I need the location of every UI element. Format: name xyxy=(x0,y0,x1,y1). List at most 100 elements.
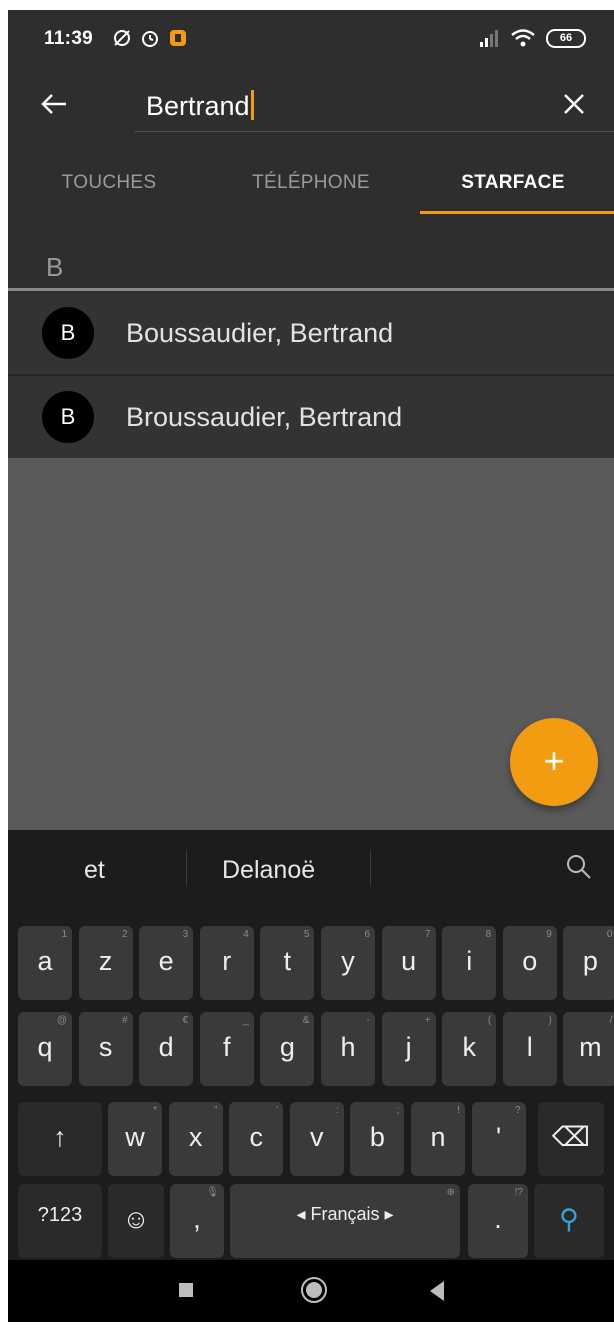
key-q[interactable]: @ q xyxy=(18,1012,72,1086)
signal-icon xyxy=(480,30,498,47)
emoji-key[interactable]: ☺ xyxy=(108,1184,164,1258)
key-hint: / xyxy=(609,1015,613,1026)
key-label: k xyxy=(462,1032,476,1062)
key-label: t xyxy=(283,946,292,976)
comma-key[interactable]: 🎙, xyxy=(170,1184,224,1258)
key-label: . xyxy=(494,1204,502,1234)
backspace-key[interactable]: ⌫ xyxy=(538,1102,604,1176)
key-label: r xyxy=(222,946,232,976)
key-w[interactable]: * w xyxy=(108,1102,162,1176)
key-v[interactable]: :v xyxy=(289,1102,344,1176)
key-p[interactable]: 0p xyxy=(563,926,614,1000)
text-cursor xyxy=(250,90,254,120)
key-label: , xyxy=(193,1204,201,1234)
tab-touches[interactable]: TOUCHES xyxy=(8,148,210,220)
list-item[interactable]: B Boussaudier, Bertrand xyxy=(8,292,614,374)
key-c[interactable]: ' c xyxy=(229,1102,284,1176)
key-f[interactable]: _ f xyxy=(199,1012,254,1086)
symbols-key[interactable]: ?123 xyxy=(18,1184,102,1258)
key-k[interactable]: (k xyxy=(442,1012,497,1086)
suggestion-1[interactable]: et xyxy=(84,856,105,885)
contact-name: Broussaudier, Bertrand xyxy=(126,402,403,432)
key-j[interactable]: + j xyxy=(381,1012,436,1086)
key-h[interactable]: -h xyxy=(321,1012,375,1086)
suggestion-bar: et Delanoë xyxy=(8,830,614,906)
key-hint: 7 xyxy=(425,929,431,940)
key-l[interactable]: ) l xyxy=(502,1012,557,1086)
key-a[interactable]: 1a xyxy=(18,926,72,1000)
key-hint: # xyxy=(122,1015,128,1026)
key-label: ↑ xyxy=(53,1122,67,1152)
key-label: a xyxy=(37,946,53,976)
key-y[interactable]: 6y xyxy=(321,926,375,1000)
search-icon[interactable] xyxy=(564,852,594,882)
key-label: ?123 xyxy=(37,1204,83,1226)
key-label: m xyxy=(579,1032,602,1062)
recents-icon[interactable] xyxy=(178,1282,194,1298)
back-arrow-icon[interactable] xyxy=(36,86,72,122)
key-m[interactable]: / m xyxy=(563,1012,614,1086)
search-input[interactable]: Bertrand xyxy=(146,90,254,122)
key-hint: 0 xyxy=(606,929,613,940)
search-underline xyxy=(134,131,614,132)
section-divider xyxy=(8,288,614,291)
tab-starface[interactable]: STARFACE xyxy=(412,148,614,220)
home-icon[interactable] xyxy=(300,1276,328,1304)
period-key[interactable]: !?. xyxy=(468,1184,528,1258)
alarm-icon xyxy=(142,31,158,47)
key-label: p xyxy=(582,946,598,976)
key-hint: 3 xyxy=(182,929,189,940)
keyboard-search-key[interactable]: ⚲ xyxy=(534,1184,604,1258)
search-query-text: Bertrand xyxy=(146,91,250,121)
key-apostrophe[interactable]: ? ' xyxy=(471,1102,526,1176)
suggestion-divider xyxy=(186,850,187,886)
key-g[interactable]: & g xyxy=(260,1012,315,1086)
search-header: Bertrand xyxy=(8,66,614,140)
key-label: i xyxy=(466,946,473,976)
key-hint: !? xyxy=(514,1187,523,1198)
key-i[interactable]: 8i xyxy=(442,926,497,1000)
key-hint: ' xyxy=(276,1105,279,1116)
back-icon[interactable] xyxy=(428,1280,446,1302)
key-label: v xyxy=(310,1122,324,1152)
suggestion-2[interactable]: Delanoë xyxy=(222,856,315,885)
key-hint: 4 xyxy=(243,929,249,940)
key-hint: € xyxy=(182,1015,189,1026)
status-bar: 11:39 66 xyxy=(8,10,614,66)
key-hint: * xyxy=(153,1105,157,1116)
shift-key[interactable]: ↑ xyxy=(18,1102,102,1176)
key-hint: " xyxy=(214,1105,218,1116)
status-notification-icons xyxy=(112,27,188,49)
key-d[interactable]: € d xyxy=(139,1012,194,1086)
key-r[interactable]: 4r xyxy=(199,926,254,1000)
key-t[interactable]: 5t xyxy=(260,926,315,1000)
key-label: n xyxy=(430,1122,446,1152)
key-hint: + xyxy=(424,1015,431,1026)
keyboard: et Delanoë 1 a 2 z 3 e 4 r 5 t 6 y 7 u 8 i 9 o 0 p @ q # s € d _ f &… xyxy=(8,830,614,1260)
key-o[interactable]: 9o xyxy=(502,926,557,1000)
key-hint: - xyxy=(366,1015,370,1026)
close-icon[interactable] xyxy=(556,86,592,122)
key-x[interactable]: " x xyxy=(168,1102,223,1176)
navigation-bar xyxy=(8,1260,614,1322)
key-u[interactable]: 7u xyxy=(381,926,436,1000)
key-s[interactable]: # s xyxy=(78,1012,133,1086)
key-n[interactable]: ! n xyxy=(411,1102,465,1176)
space-key[interactable]: ⊕ ◂ Français ▸ xyxy=(230,1184,460,1258)
tab-bar: TOUCHES TÉLÉPHONE STARFACE xyxy=(8,148,614,220)
key-b[interactable]: ; b xyxy=(350,1102,405,1176)
key-hint: 1 xyxy=(61,929,67,940)
phone-screen: 11:39 66 Bertrand TOUCHES TÉLÉPHONE STAR… xyxy=(8,10,614,1322)
app-notification-icon xyxy=(170,30,186,46)
list-item[interactable]: B Broussaudier, Bertrand xyxy=(8,376,614,458)
key-label: q xyxy=(37,1032,53,1062)
key-label: y xyxy=(341,946,355,976)
no-disturb-icon xyxy=(114,30,130,46)
key-label: c xyxy=(249,1122,263,1152)
tab-telephone[interactable]: TÉLÉPHONE xyxy=(210,148,412,220)
add-contact-button[interactable]: + xyxy=(510,718,598,806)
key-e[interactable]: 3e xyxy=(139,926,194,1000)
key-z[interactable]: 2z xyxy=(78,926,133,1000)
key-hint: ; xyxy=(396,1105,400,1116)
key-label: u xyxy=(401,946,417,976)
